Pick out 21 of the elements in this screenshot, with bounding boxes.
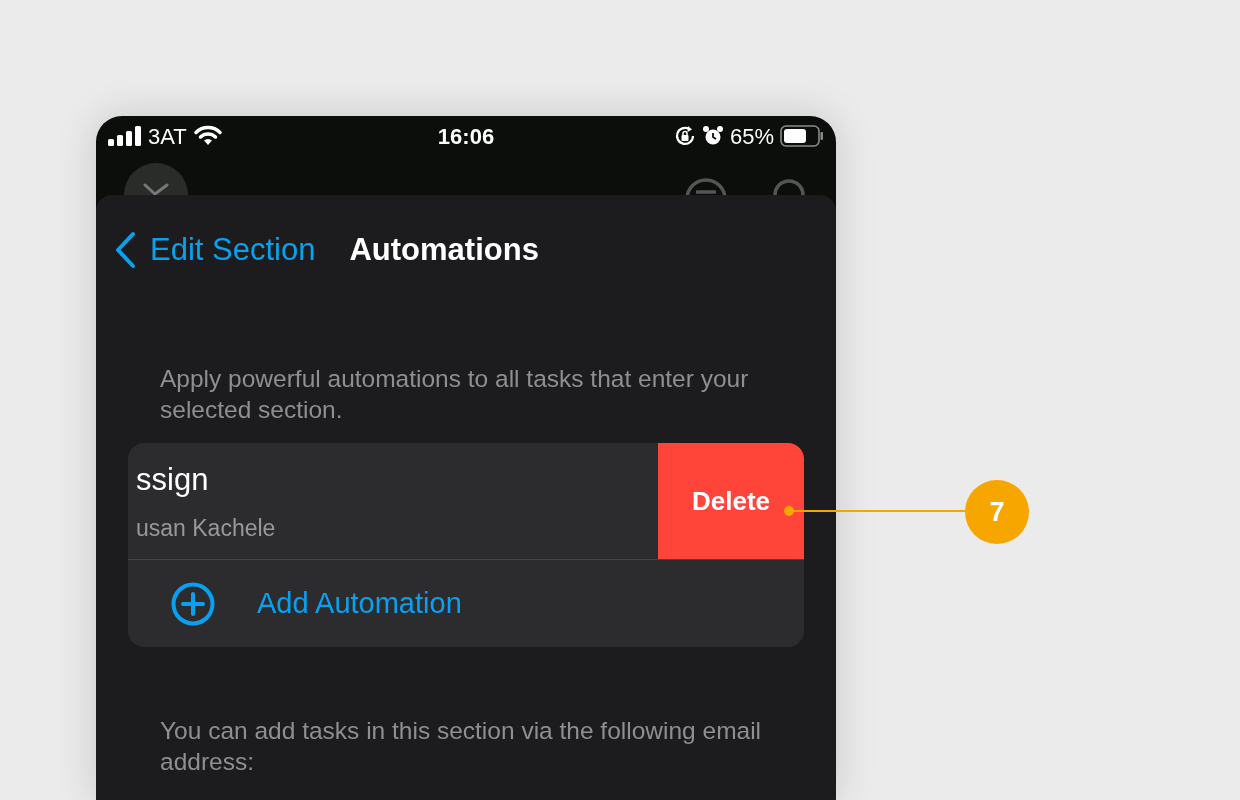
rotation-lock-icon [673,125,696,147]
back-chevron-icon [114,231,136,269]
back-button[interactable]: Edit Section [114,226,316,274]
description-text: Apply powerful automations to all tasks that enter your selected section. [160,364,750,425]
delete-button[interactable]: Delete [658,443,804,559]
clock-time: 16:06 [437,122,495,151]
automation-subtitle: usan Kachele [136,514,277,543]
alarm-icon [701,125,724,147]
wifi-icon [192,125,223,147]
automation-title: ssign [136,460,210,499]
signal-icon [108,126,142,146]
battery-percentage: 65% [729,122,774,151]
add-automation-button[interactable]: Add Automation [128,560,462,647]
close-icon [143,183,169,195]
battery-icon [780,125,824,147]
carrier-label: 3AT [148,122,187,151]
plus-circle-icon [171,581,215,626]
screen-title: Automations [349,230,539,269]
callout-badge: 7 [965,480,1029,544]
email-note-text: You can add tasks in this section via the following email address: [160,716,763,777]
automation-row[interactable]: ssign usan Kachele [128,443,658,559]
